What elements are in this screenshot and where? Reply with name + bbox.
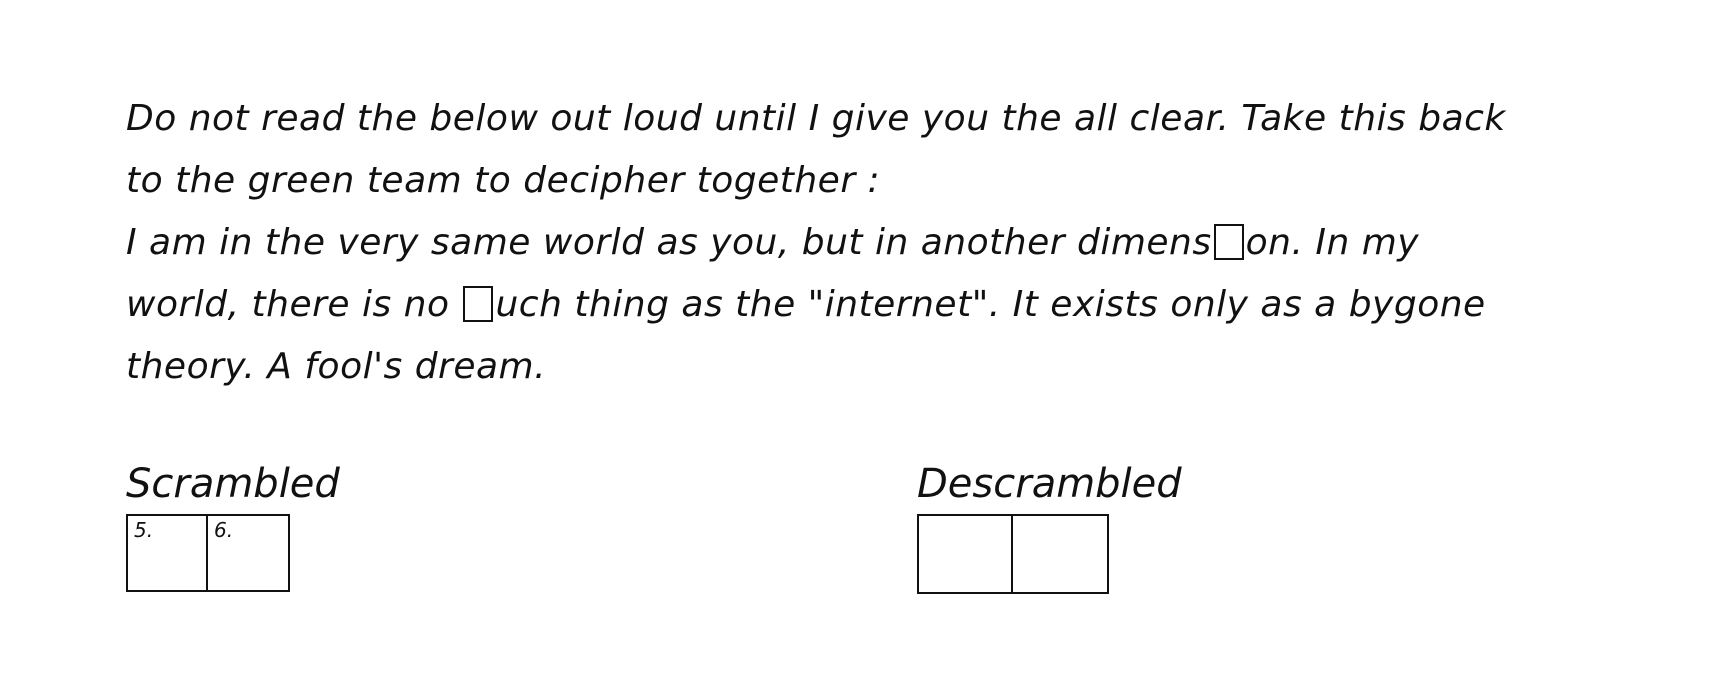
scrambled-box-1-label: 5. — [134, 518, 154, 542]
note-line-3-part-2: on. In my — [1245, 222, 1420, 263]
handwritten-note: Do not read the below out loud until I g… — [126, 88, 1606, 398]
descrambled-title: Descrambled — [917, 461, 1182, 507]
scrambled-box-1: 5. — [126, 514, 208, 592]
note-line-3: I am in the very same world as you, but … — [126, 212, 1606, 274]
descrambled-section: Descrambled — [917, 462, 1182, 594]
scrambled-boxes: 5. 6. — [126, 514, 340, 592]
blank-letter-box-2 — [463, 286, 494, 322]
scrambled-box-2: 6. — [208, 514, 290, 592]
note-line-1: Do not read the below out loud until I g… — [126, 98, 1506, 139]
blank-letter-box-1 — [1213, 224, 1244, 260]
descrambled-boxes — [917, 514, 1182, 594]
descrambled-box-2 — [1013, 514, 1109, 594]
scrambled-box-2-label: 6. — [214, 518, 234, 542]
note-line-4-part-2: uch thing as the "internet". It exists o… — [495, 284, 1486, 325]
note-line-4: world, there is no uch thing as the "int… — [126, 274, 1606, 336]
note-line-5: theory. A fool's dream. — [126, 346, 547, 387]
descrambled-box-1 — [917, 514, 1013, 594]
scrambled-title: Scrambled — [126, 461, 340, 507]
scrambled-section: Scrambled 5. 6. — [126, 462, 340, 592]
note-line-4-part-1: world, there is no — [126, 284, 462, 325]
note-line-2: to the green team to decipher together : — [126, 160, 881, 201]
note-line-3-part-1: I am in the very same world as you, but … — [126, 222, 1212, 263]
